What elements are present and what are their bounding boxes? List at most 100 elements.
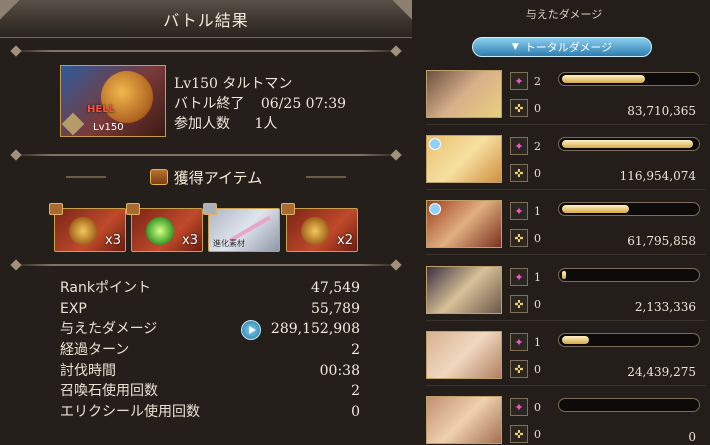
- chest-badge-icon: [49, 203, 63, 215]
- row-divider: [426, 320, 706, 321]
- item-tag: 進化素材: [213, 239, 245, 248]
- skill-star-icon: ✦: [510, 398, 528, 416]
- summon-count: 0: [534, 167, 541, 180]
- character-portrait[interactable]: [426, 266, 502, 314]
- damage-bar-fill: [562, 271, 566, 279]
- treasure-chest-icon: [149, 169, 168, 185]
- chest-badge-icon: [281, 203, 295, 215]
- row-divider: [426, 124, 706, 125]
- character-portrait[interactable]: [426, 135, 502, 183]
- element-icon: [429, 203, 441, 215]
- damage-bar: [558, 72, 700, 86]
- participants-row: 参加人数 1人: [174, 114, 346, 134]
- battle-end-label: バトル終了: [174, 96, 245, 112]
- boss-level-badge: Lv150: [93, 122, 124, 133]
- damage-detail-play-button[interactable]: [241, 320, 261, 340]
- row-divider: [426, 189, 706, 190]
- summon-cross-icon: ✜: [510, 99, 528, 117]
- damage-bar: [558, 333, 700, 347]
- boss-portrait: HELL Lv150: [60, 65, 166, 137]
- skill-count: 1: [534, 271, 541, 284]
- skill-count: 2: [534, 140, 541, 153]
- reward-item-gold-medal[interactable]: x2: [281, 203, 358, 252]
- chest-badge-icon: [203, 203, 217, 215]
- character-portrait[interactable]: [426, 200, 502, 248]
- chest-badge-icon: [126, 203, 140, 215]
- frame-corner-right: [386, 0, 412, 38]
- battle-end-value: 06/25 07:39: [260, 96, 347, 112]
- gold-medal-icon: [301, 217, 329, 245]
- page-title: バトル結果: [163, 10, 249, 30]
- party-member-row: ✦ 1 ✜ 0 24,439,275: [426, 331, 706, 389]
- damage-value: 2,133,336: [634, 300, 696, 314]
- divider: [12, 264, 400, 266]
- stat-row-turns: 経過ターン 2: [60, 340, 360, 361]
- stat-row-rank: Rankポイント 47,549: [60, 278, 360, 299]
- row-divider: [426, 385, 706, 386]
- summon-count: 0: [534, 428, 541, 441]
- toggle-label: トータルダメージ: [524, 41, 613, 54]
- difficulty-badge: HELL: [87, 104, 115, 115]
- skill-star-icon: ✦: [510, 333, 528, 351]
- gold-medal-icon: [69, 217, 97, 245]
- summon-cross-icon: ✜: [510, 164, 528, 182]
- stat-row-exp: EXP 55,789: [60, 299, 360, 320]
- battle-result-panel: バトル結果 HELL Lv150 Lv150 タルトマン バトル終了 06/25…: [0, 0, 412, 445]
- boss-name: Lv150 タルトマン: [174, 76, 293, 92]
- damage-bar-fill: [562, 75, 645, 83]
- stat-label: 召喚石使用回数: [60, 383, 158, 400]
- skill-count: 1: [534, 336, 541, 349]
- damage-bar-fill: [562, 205, 629, 213]
- party-member-row: ✦ 0 ✜ 0 0: [426, 396, 706, 445]
- summon-cross-icon: ✜: [510, 229, 528, 247]
- damage-value: 0: [688, 430, 696, 444]
- divider: [12, 50, 400, 52]
- summon-cross-icon: ✜: [510, 360, 528, 378]
- participants-value: 1人: [254, 116, 278, 132]
- skill-count: 0: [534, 401, 541, 414]
- stat-row-time: 討伐時間 00:38: [60, 361, 360, 382]
- summon-cross-icon: ✜: [510, 295, 528, 313]
- frame-corner-left: [0, 0, 26, 38]
- item-qty: x2: [337, 233, 353, 248]
- item-qty: x3: [105, 233, 121, 248]
- damage-bar-fill: [562, 336, 589, 344]
- stat-value: 2: [351, 342, 360, 359]
- damage-value: 116,954,074: [619, 169, 696, 183]
- stat-value: 0: [351, 404, 360, 421]
- damage-bar: [558, 398, 700, 412]
- stat-label: 討伐時間: [60, 362, 116, 379]
- character-portrait[interactable]: [426, 70, 502, 118]
- skill-count: 2: [534, 75, 541, 88]
- reward-item-gold-medal[interactable]: x3: [49, 203, 126, 252]
- party-member-row: ✦ 2 ✜ 0 116,954,074: [426, 135, 706, 193]
- character-portrait[interactable]: [426, 396, 502, 444]
- skill-star-icon: ✦: [510, 202, 528, 220]
- skill-star-icon: ✦: [510, 268, 528, 286]
- party-member-row: ✦ 1 ✜ 0 61,795,858: [426, 200, 706, 258]
- participants-label: 参加人数: [174, 116, 230, 132]
- reward-item-evolution-material[interactable]: 進化素材: [203, 203, 280, 252]
- items-title: 獲得アイテム: [173, 168, 263, 187]
- stat-label: Rankポイント: [60, 280, 151, 296]
- reward-item-green-orb[interactable]: x3: [126, 203, 203, 252]
- skill-star-icon: ✦: [510, 72, 528, 90]
- party-member-row: ✦ 2 ✜ 0 83,710,365: [426, 70, 706, 128]
- stat-label: 経過ターン: [60, 342, 130, 359]
- item-qty: x3: [182, 233, 198, 248]
- damage-value: 61,795,858: [627, 234, 696, 248]
- damage-panel-title: 与えたダメージ: [525, 8, 603, 21]
- stats-list: Rankポイント 47,549 EXP 55,789 与えたダメージ 289,152,…: [60, 278, 360, 423]
- element-icon: [429, 138, 441, 150]
- diamond-icon: [61, 112, 85, 136]
- skill-count: 1: [534, 205, 541, 218]
- stat-value: 55,789: [311, 300, 360, 317]
- character-portrait[interactable]: [426, 331, 502, 379]
- boss-emblem: [101, 71, 153, 123]
- total-damage-toggle[interactable]: ▼ トータルダメージ: [472, 37, 652, 57]
- damage-bar: [558, 268, 700, 282]
- stat-value: 289,152,908: [270, 321, 360, 338]
- damage-bar: [558, 137, 700, 151]
- summon-count: 0: [534, 298, 541, 311]
- stat-label: エリクシール使用回数: [60, 404, 200, 421]
